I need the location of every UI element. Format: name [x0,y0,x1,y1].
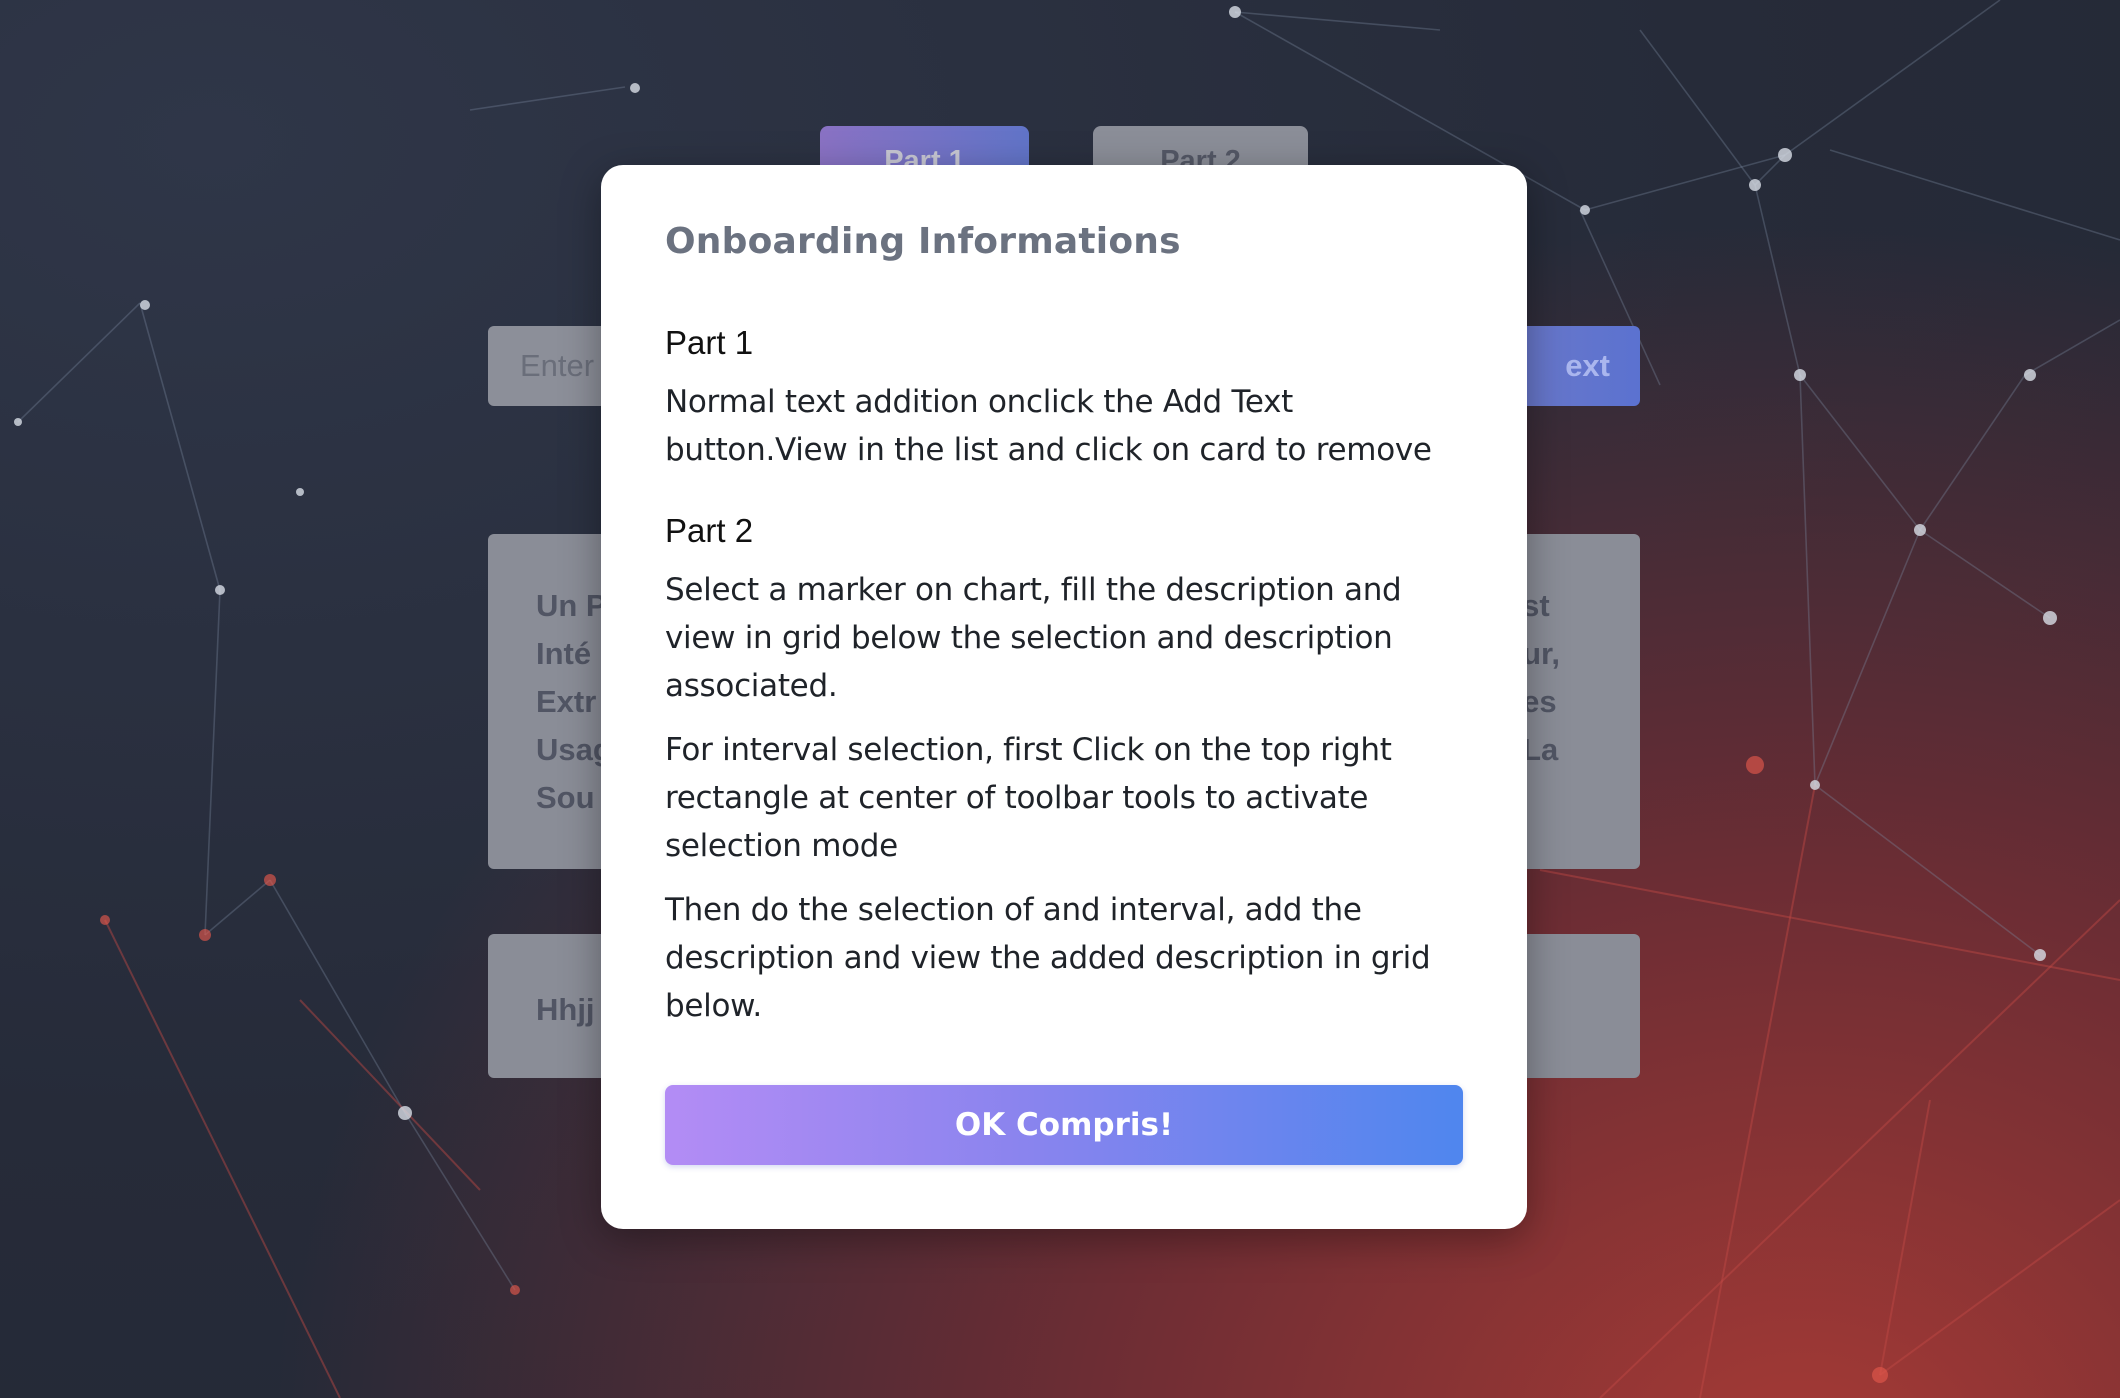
part2-paragraph: Select a marker on chart, fill the descr… [665,572,1402,704]
part2-heading: Part 2 [665,512,754,549]
part2-paragraph: For interval selection, first Click on t… [665,732,1392,864]
onboarding-modal: Onboarding Informations Part 1 Normal te… [601,165,1527,1229]
modal-overlay: Onboarding Informations Part 1 Normal te… [0,0,2120,1398]
part1-heading: Part 1 [665,324,754,361]
modal-title: Onboarding Informations [665,221,1181,262]
ok-compris-button[interactable]: OK Compris! [665,1085,1463,1165]
part2-paragraph: Then do the selection of and interval, a… [665,892,1431,1024]
part1-text: Normal text addition onclick the Add Tex… [665,384,1432,468]
